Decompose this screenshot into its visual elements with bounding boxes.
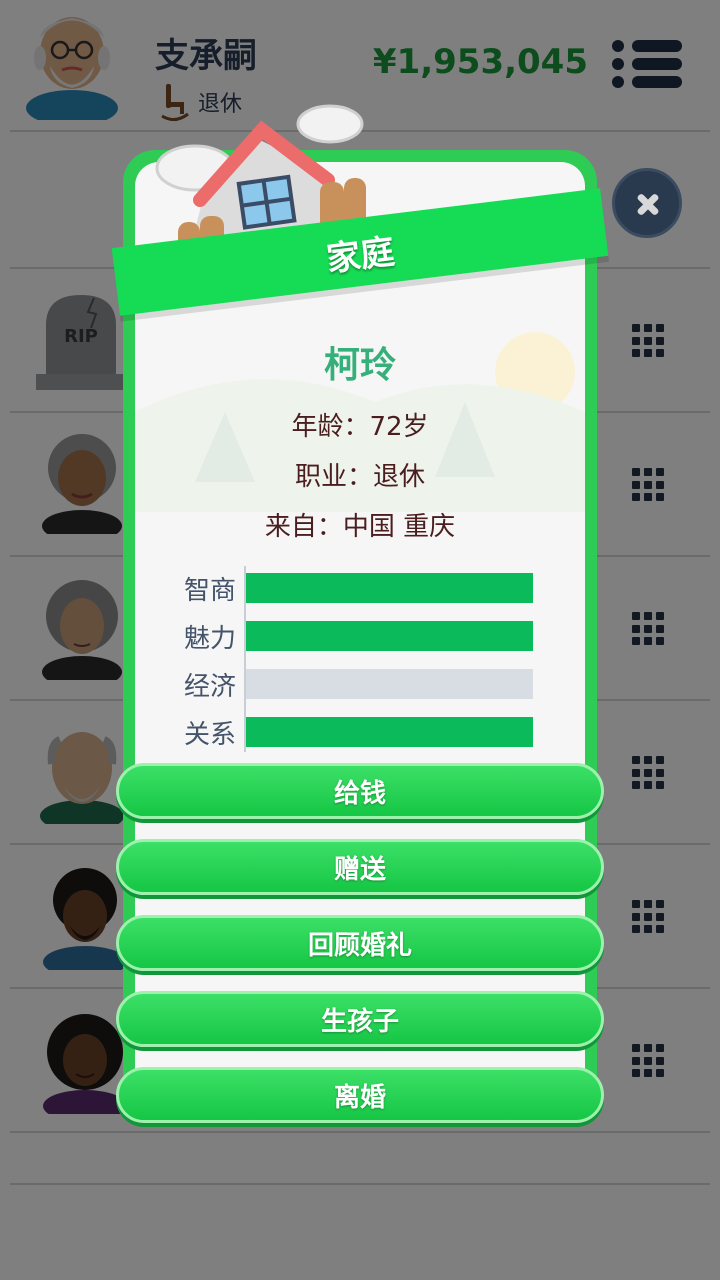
stat-label-iq: 智商	[184, 576, 237, 606]
divorce-button[interactable]: 离婚	[116, 1067, 604, 1123]
have-child-button[interactable]: 生孩子	[116, 991, 604, 1047]
review-wedding-button[interactable]: 回顾婚礼	[116, 915, 604, 971]
stat-label-charm: 魅力	[184, 624, 237, 654]
stat-label-economy: 经济	[184, 672, 237, 702]
divorce-label: 离婚	[333, 1082, 386, 1113]
stat-bar-economy	[246, 669, 533, 699]
member-name: 柯玲	[323, 345, 396, 386]
gift-label: 赠送	[333, 854, 386, 885]
stat-fill-relationship	[246, 717, 533, 747]
review-wedding-label: 回顾婚礼	[307, 930, 412, 961]
close-icon[interactable]	[612, 168, 682, 238]
member-age: 年龄：72岁	[291, 412, 429, 442]
stat-fill-iq	[246, 573, 533, 603]
stat-bar-charm	[246, 621, 533, 651]
member-job: 职业：退休	[294, 462, 425, 492]
stat-bar-relationship	[246, 717, 533, 747]
member-origin: 来自：中国 重庆	[264, 512, 456, 542]
give-money-button[interactable]: 给钱	[116, 763, 604, 819]
give-money-label: 给钱	[333, 778, 386, 809]
stat-bar-iq	[246, 573, 533, 603]
have-child-label: 生孩子	[320, 1006, 399, 1037]
gift-button[interactable]: 赠送	[116, 839, 604, 895]
stat-fill-charm	[246, 621, 533, 651]
stat-label-relationship: 关系	[184, 720, 237, 750]
